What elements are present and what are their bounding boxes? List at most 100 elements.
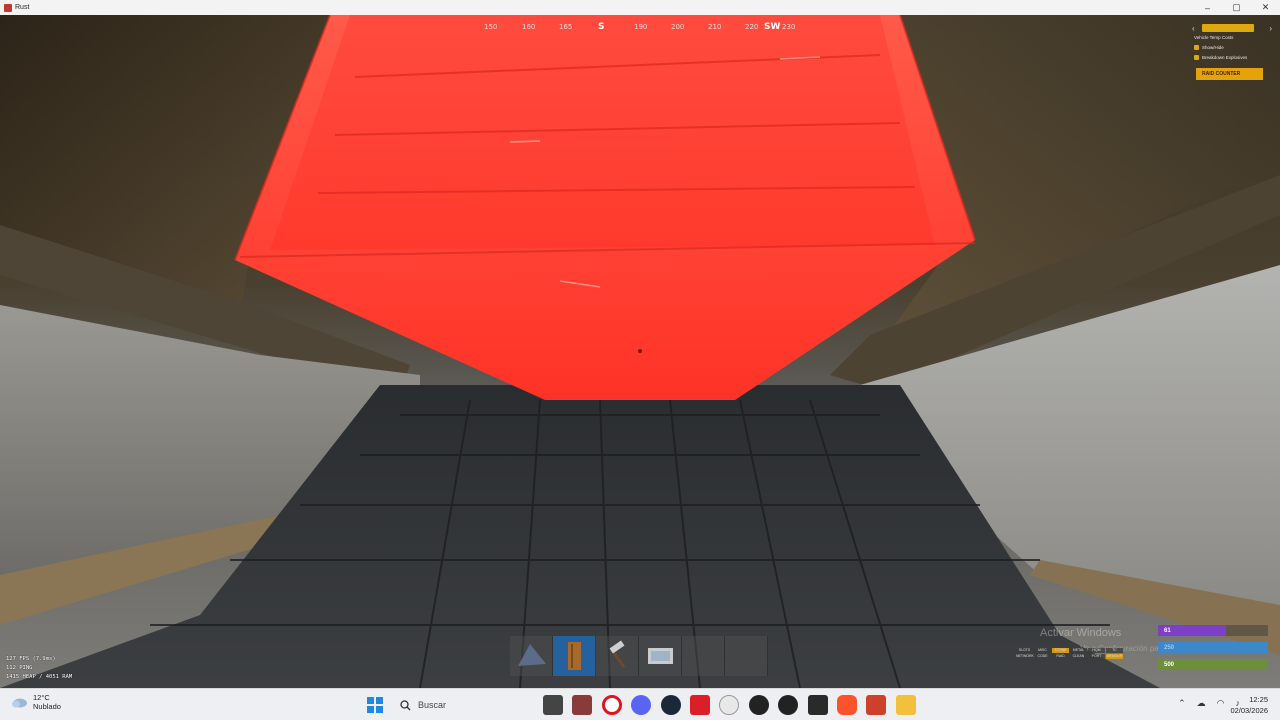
steam-icon[interactable] — [660, 695, 681, 715]
weather-widget[interactable]: 12°C Nublado — [10, 693, 61, 711]
hotbar — [510, 636, 768, 676]
fps-readout: 127 FPS (7.9ms) — [6, 656, 56, 662]
taskbar-search[interactable]: Buscar — [392, 694, 532, 716]
checkbox-icon — [1194, 45, 1199, 50]
water-bar: 250 — [1158, 642, 1268, 653]
panel-checkbox[interactable]: Breakdown Explosives — [1194, 53, 1266, 62]
checkbox-icon — [1194, 55, 1199, 60]
obs-secondary-icon[interactable] — [778, 695, 799, 715]
raid-panel: ‹ › Vehicle Temp Costs Show/Hide Breakdo… — [1192, 24, 1272, 62]
window-titlebar[interactable]: Rust – ▢ ✕ — [0, 0, 1280, 15]
window-controls: – ▢ ✕ — [1193, 0, 1280, 15]
panel-checkbox[interactable]: Show/Hide — [1194, 43, 1266, 52]
quick-button[interactable]: METAL — [1070, 648, 1087, 653]
quick-button[interactable]: CODE — [1034, 654, 1051, 659]
quick-button[interactable]: CLEAN — [1070, 654, 1087, 659]
compass-tick: 160 — [522, 23, 536, 31]
opera-icon[interactable] — [601, 695, 622, 715]
close-button[interactable]: ✕ — [1251, 0, 1280, 15]
discord-icon[interactable] — [631, 695, 652, 715]
game-viewport[interactable]: 150 160 165 S 190 200 210 220 SW 230 ‹ ›… — [0, 15, 1280, 688]
activation-watermark: Activar Windows — [1040, 627, 1122, 639]
search-icon — [400, 699, 411, 710]
panel-option-label: Vehicle Temp Costs — [1194, 35, 1234, 40]
panel-option-label: Breakdown Explosives — [1202, 55, 1248, 60]
quick-button[interactable]: SLOTS — [1016, 648, 1033, 653]
compass: 150 160 165 S 190 200 210 220 SW 230 — [470, 19, 810, 39]
task-view-icon[interactable] — [543, 695, 563, 715]
compass-tick: 200 — [671, 23, 685, 31]
food-bar: 500 — [1158, 659, 1268, 670]
quick-button[interactable]: HQM — [1088, 648, 1105, 653]
compass-tick: 220 — [745, 23, 759, 31]
cloud-icon — [12, 698, 27, 708]
tarp-icon — [518, 644, 546, 666]
start-button[interactable] — [367, 697, 383, 713]
compass-tick: 165 — [559, 23, 573, 31]
hammer-icon — [609, 640, 626, 669]
search-placeholder: Buscar — [418, 700, 447, 710]
panel-option[interactable]: Vehicle Temp Costs — [1194, 33, 1266, 42]
window-title: Rust — [15, 4, 30, 11]
rust-taskbar-icon[interactable] — [866, 695, 887, 715]
screen: Rust – ▢ ✕ 150 160 165 S 190 200 210 220… — [0, 0, 1280, 720]
epic-games-icon[interactable] — [807, 695, 828, 715]
panel-option-label: Show/Hide — [1202, 45, 1224, 50]
compass-heading: S — [598, 22, 605, 32]
hotbar-slot-6[interactable] — [725, 636, 768, 676]
clock-time: 12:25 — [1249, 695, 1268, 704]
wifi-icon[interactable]: ◠ — [1217, 698, 1225, 709]
folder-icon[interactable] — [895, 695, 916, 715]
quick-buttons: SLOTS MISC STONE METAL HQM TC NETWORK CO… — [1016, 648, 1123, 659]
taskbar-clock[interactable]: 12:25 02/03/2026 — [1230, 694, 1268, 716]
chevron-up-icon[interactable]: ⌃ — [1178, 698, 1186, 709]
ping-readout: 112 PING — [6, 665, 33, 671]
health-value: 61 — [1164, 627, 1171, 634]
weather-desc: Nublado — [33, 702, 61, 711]
quick-button[interactable]: RAID — [1052, 654, 1069, 659]
raid-counter-button[interactable]: RAID COUNTER — [1196, 68, 1263, 80]
game-scene — [0, 15, 1280, 688]
maximize-button[interactable]: ▢ — [1222, 0, 1251, 15]
vitals-panel: 61 250 500 — [1158, 625, 1268, 676]
quick-button[interactable]: NETWORK — [1016, 654, 1034, 659]
compass-heading: SW — [764, 22, 781, 32]
quick-button[interactable]: PORT — [1088, 654, 1105, 659]
quick-button[interactable]: STONE — [1052, 648, 1069, 653]
obs-icon[interactable] — [748, 695, 769, 715]
start-logo-tile — [367, 697, 374, 705]
minimize-button[interactable]: – — [1193, 0, 1222, 15]
start-logo-tile — [375, 705, 383, 713]
compass-tick: 190 — [634, 23, 648, 31]
hotbar-slot-1[interactable] — [510, 636, 553, 676]
cloud-sync-icon[interactable]: ☁ — [1197, 698, 1206, 709]
quick-button[interactable]: MISC — [1034, 648, 1051, 653]
hotbar-slot-2[interactable] — [553, 636, 596, 676]
adobe-icon[interactable] — [689, 695, 710, 715]
start-logo-tile — [375, 697, 383, 705]
start-logo-tile — [367, 705, 374, 713]
quick-button[interactable]: TC — [1106, 648, 1123, 653]
chevron-right-icon[interactable]: › — [1269, 24, 1272, 33]
compass-tick: 230 — [782, 23, 796, 31]
health-bar: 61 — [1158, 625, 1268, 636]
compass-tick: 210 — [708, 23, 722, 31]
hotbar-slot-5[interactable] — [682, 636, 725, 676]
chevron-left-icon[interactable]: ‹ — [1192, 24, 1195, 33]
winrar-icon[interactable] — [572, 695, 593, 715]
perf-stats: 127 FPS (7.9ms) 112 PING 1415 HEAP / 405… — [6, 655, 72, 682]
hotbar-slot-4[interactable] — [639, 636, 682, 676]
memory-readout: 1415 HEAP / 4051 RAM — [6, 674, 73, 680]
compass-tick: 150 — [484, 23, 498, 31]
windows-taskbar: 12°C Nublado Buscar ⌃ ☁ ◠ ♪ 12:25 02/03/… — [0, 688, 1280, 720]
brave-icon[interactable] — [836, 695, 857, 715]
rust-app-icon — [4, 3, 12, 12]
water-value: 250 — [1164, 644, 1175, 651]
clock-date: 02/03/2026 — [1230, 706, 1268, 715]
hotbar-slot-3[interactable] — [596, 636, 639, 676]
wood-door-icon — [568, 642, 581, 670]
food-value: 500 — [1164, 661, 1175, 668]
panel-header — [1202, 24, 1254, 32]
chatgpt-icon[interactable] — [719, 695, 740, 715]
quick-button[interactable]: ARMOUR — [1106, 654, 1123, 659]
